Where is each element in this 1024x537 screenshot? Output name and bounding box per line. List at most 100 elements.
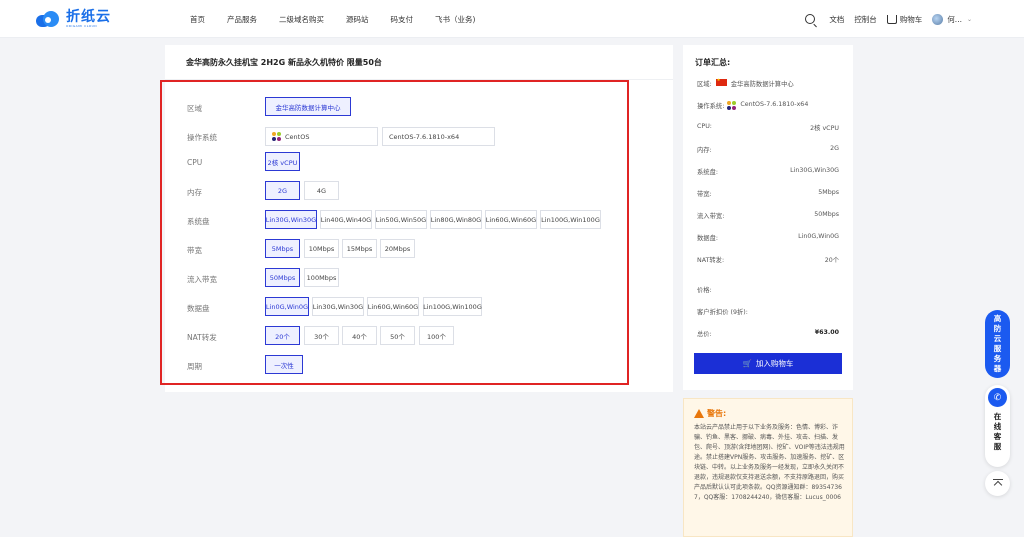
data-disk-option[interactable]: Lin30G,Win30G — [312, 297, 364, 316]
nav-item-products[interactable]: 产品服务 — [227, 14, 257, 25]
back-to-top-button[interactable] — [985, 471, 1010, 496]
bandwidth-option[interactable]: 5Mbps — [265, 239, 300, 258]
order-region-value: 金华高防数据计算中心 — [730, 81, 794, 88]
nav-item-codepay[interactable]: 码支付 — [391, 14, 414, 25]
order-row-label: NAT转发: — [697, 257, 725, 264]
order-row-label: 流入带宽: — [697, 213, 725, 220]
system-disk-option[interactable]: Lin80G,Win80G — [430, 210, 482, 229]
nav-item-home[interactable]: 首页 — [190, 14, 205, 25]
docs-link[interactable]: 文档 — [829, 14, 844, 25]
os-version-select[interactable]: CentOS-7.6.1810-x64 — [382, 127, 495, 146]
nat-option[interactable]: 20个 — [265, 326, 300, 345]
bandwidth-option[interactable]: 20Mbps — [380, 239, 415, 258]
order-row: 数据盘: Lin0G,Win0G — [697, 233, 839, 242]
region-label: 区域 — [187, 104, 202, 113]
centos-icon — [272, 132, 281, 141]
add-to-cart-button[interactable]: 🛒 加入购物车 — [694, 353, 842, 374]
float-char: 在 — [993, 412, 1002, 421]
cart-link[interactable]: 购物车 — [886, 14, 923, 25]
user-menu[interactable]: 何... ⌄ — [932, 13, 972, 25]
float-char: 器 — [993, 364, 1002, 373]
nat-option[interactable]: 30个 — [304, 326, 339, 345]
centos-icon — [727, 101, 737, 110]
user-name: 何... — [947, 14, 962, 24]
order-row-label: 系统盘: — [697, 169, 719, 176]
order-row-label: 带宽: — [697, 191, 712, 198]
hf-server-float-button[interactable]: 高 防 云 服 务 器 — [985, 310, 1010, 378]
top-header: 折纸云 ORIGAMI CLOUD 首页 产品服务 二级域名购买 源码站 码支付… — [0, 0, 1024, 38]
order-row-value: 5Mbps — [818, 189, 839, 196]
data-disk-option[interactable]: Lin100G,Win100G — [423, 297, 482, 316]
float-char: 客 — [993, 432, 1002, 441]
brand-name: 折纸云 — [66, 9, 111, 25]
header-actions: 文档 控制台 购物车 何... ⌄ — [795, 0, 972, 38]
bandwidth-option[interactable]: 15Mbps — [342, 239, 377, 258]
china-flag-icon — [715, 77, 727, 86]
memory-label: 内存 — [187, 188, 202, 197]
float-char: 务 — [993, 354, 1002, 363]
region-option[interactable]: 金华高防数据计算中心 — [265, 97, 351, 116]
search-icon — [805, 14, 816, 24]
system-disk-option[interactable]: Lin100G,Win100G — [540, 210, 601, 229]
console-link[interactable]: 控制台 — [854, 14, 877, 25]
nat-option[interactable]: 40个 — [342, 326, 377, 345]
cpu-label: CPU — [187, 158, 203, 167]
cloud-logo-icon — [34, 10, 62, 28]
inbound-option[interactable]: 100Mbps — [304, 268, 339, 287]
data-disk-option[interactable]: Lin0G,Win0G — [265, 297, 309, 316]
nat-option[interactable]: 100个 — [419, 326, 454, 345]
brand-logo[interactable]: 折纸云 ORIGAMI CLOUD — [34, 8, 111, 30]
memory-option[interactable]: 4G — [304, 181, 339, 200]
order-region-label: 区域: — [697, 81, 712, 88]
order-row-label: 内存: — [697, 147, 712, 154]
data-disk-option[interactable]: Lin60G,Win60G — [367, 297, 419, 316]
discount-row: 客户折扣价 (9折): — [697, 307, 839, 316]
order-os-row: 操作系统: CentOS-7.6.1810-x64 — [697, 101, 839, 110]
nav-item-feishu[interactable]: 飞书（业务) — [435, 14, 475, 25]
price-label: 价格: — [697, 287, 712, 294]
order-row-value: 2核 vCPU — [810, 125, 839, 132]
os-label: 操作系统 — [187, 133, 217, 142]
discount-label: 客户折扣价 (9折): — [697, 309, 748, 316]
warning-text: 本站云产品禁止用于以下业务及服务：色情、博彩、诈骗、钓鱼、黑客、挪破、病毒、外挂… — [694, 424, 845, 501]
order-row: 流入带宽: 50Mbps — [697, 211, 839, 220]
data-disk-label: 数据盘 — [187, 304, 210, 313]
nat-option[interactable]: 50个 — [380, 326, 415, 345]
period-label: 周期 — [187, 362, 202, 371]
system-disk-option[interactable]: Lin60G,Win60G — [485, 210, 537, 229]
nav-item-subdomain[interactable]: 二级域名购买 — [279, 14, 324, 25]
float-char: 服 — [993, 344, 1002, 353]
order-os-label: 操作系统: — [697, 103, 725, 110]
warning-icon — [694, 409, 704, 418]
warning-panel: 警告: 本站云产品禁止用于以下业务及服务：色情、博彩、诈骗、钓鱼、黑客、挪破、病… — [683, 398, 853, 537]
system-disk-option[interactable]: Lin50G,Win50G — [375, 210, 427, 229]
memory-option[interactable]: 2G — [265, 181, 300, 200]
order-row-value: 50Mbps — [814, 211, 839, 218]
cart-icon — [886, 14, 897, 24]
system-disk-label: 系统盘 — [187, 217, 210, 226]
float-char: 云 — [993, 334, 1002, 343]
period-option[interactable]: 一次性 — [265, 355, 303, 374]
search-button[interactable] — [805, 14, 816, 24]
cart-label: 购物车 — [899, 14, 923, 24]
nav-item-source[interactable]: 源码站 — [346, 14, 369, 25]
order-row-value: 2G — [830, 145, 839, 152]
nat-label: NAT转发 — [187, 333, 217, 342]
add-to-cart-label: 加入购物车 — [755, 359, 794, 368]
online-service-button[interactable]: ✆ 在 线 客 服 — [985, 385, 1010, 467]
system-disk-option[interactable]: Lin30G,Win30G — [265, 210, 317, 229]
chevron-down-icon: ⌄ — [966, 15, 972, 23]
cpu-option[interactable]: 2核 vCPU — [265, 152, 300, 171]
order-row-label: CPU: — [697, 123, 712, 130]
avatar — [932, 13, 944, 25]
float-char: 防 — [993, 324, 1002, 333]
brand-subtitle: ORIGAMI CLOUD — [66, 24, 98, 28]
bandwidth-option[interactable]: 10Mbps — [304, 239, 339, 258]
os-family-label: CentOS — [285, 132, 310, 141]
cart-icon: 🛒 — [742, 359, 752, 368]
os-family-select[interactable]: CentOS — [265, 127, 378, 146]
system-disk-option[interactable]: Lin40G,Win40G — [320, 210, 372, 229]
inbound-label: 流入带宽 — [187, 275, 217, 284]
inbound-option[interactable]: 50Mbps — [265, 268, 300, 287]
total-row: 总价: ¥63.00 — [697, 329, 839, 338]
